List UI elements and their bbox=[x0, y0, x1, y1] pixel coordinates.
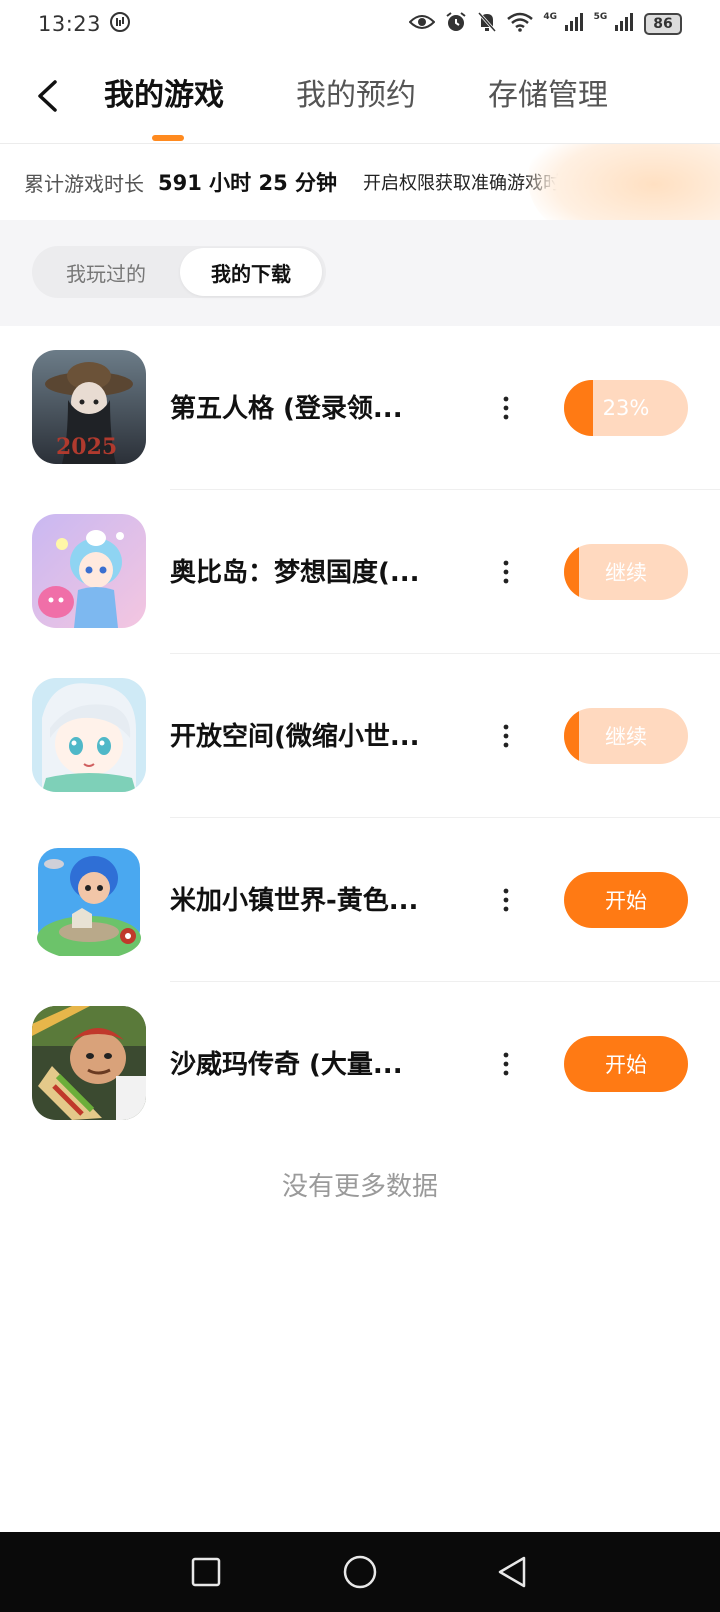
progress-fill bbox=[564, 708, 579, 764]
vertical-dots-icon bbox=[503, 1052, 509, 1076]
tab-storage-management[interactable]: 存储管理 bbox=[488, 70, 608, 114]
no-more-data-text: 没有更多数据 bbox=[281, 1172, 438, 1202]
system-back-button[interactable] bbox=[490, 1550, 534, 1594]
download-progress-button[interactable]: 23% bbox=[564, 380, 688, 436]
alarm-icon bbox=[445, 11, 467, 38]
game-row[interactable]: 沙威玛传奇 (大量... 开始 bbox=[0, 982, 720, 1146]
more-options-button[interactable] bbox=[490, 1042, 522, 1086]
action-label: 23% bbox=[602, 396, 650, 420]
game-icon-obi-island[interactable] bbox=[32, 514, 146, 628]
more-options-button[interactable] bbox=[490, 878, 522, 922]
vertical-dots-icon bbox=[503, 396, 509, 420]
status-bar: 13:23 4G 5G 86 bbox=[0, 0, 720, 48]
game-name[interactable]: 沙威玛传奇 (大量... bbox=[170, 1044, 460, 1081]
filter-played-button[interactable]: 我玩过的 bbox=[32, 246, 180, 298]
action-label: 开始 bbox=[605, 889, 647, 913]
more-options-button[interactable] bbox=[490, 386, 522, 430]
playtime-summary: 累计游戏时长 591 小时 25 分钟 开启权限获取准确游戏时长记录 bbox=[0, 144, 720, 220]
signal-5g-icon: 5G bbox=[594, 12, 634, 36]
home-button[interactable] bbox=[338, 1550, 382, 1594]
wifi-icon bbox=[507, 12, 534, 37]
eye-icon bbox=[408, 12, 436, 36]
continue-download-button[interactable]: 继续 bbox=[564, 544, 688, 600]
circle-icon bbox=[343, 1555, 377, 1589]
game-icon-identity-v[interactable]: 2025 bbox=[32, 350, 146, 464]
game-icon-miga-town[interactable] bbox=[32, 842, 146, 956]
game-name[interactable]: 米加小镇世界-黄色... bbox=[170, 880, 460, 917]
vertical-dots-icon bbox=[503, 560, 509, 584]
playtime-value: 591 小时 25 分钟 bbox=[158, 171, 337, 195]
status-time: 13:23 bbox=[38, 12, 102, 36]
mute-bell-icon bbox=[477, 11, 497, 38]
progress-fill bbox=[564, 544, 579, 600]
game-icon-shawarma-legend[interactable] bbox=[32, 1006, 146, 1120]
game-row[interactable]: 米加小镇世界-黄色... 开始 bbox=[0, 818, 720, 982]
triangle-back-icon bbox=[498, 1556, 526, 1588]
data-saver-icon bbox=[109, 11, 131, 38]
system-navigation-bar bbox=[0, 1532, 720, 1612]
filter-downloads-button[interactable]: 我的下载 bbox=[180, 248, 322, 296]
back-arrow-icon bbox=[38, 80, 57, 112]
vertical-dots-icon bbox=[503, 724, 509, 748]
action-label: 开始 bbox=[605, 1053, 647, 1077]
more-options-button[interactable] bbox=[490, 714, 522, 758]
game-icon-open-space[interactable] bbox=[32, 678, 146, 792]
filter-section: 我玩过的 我的下载 bbox=[0, 220, 720, 326]
action-label: 继续 bbox=[605, 725, 647, 749]
chevron-right-icon[interactable] bbox=[625, 170, 637, 194]
start-game-button[interactable]: 开始 bbox=[564, 872, 688, 928]
playtime-label: 累计游戏时长 bbox=[24, 171, 144, 196]
svg-text:2025: 2025 bbox=[56, 434, 117, 460]
action-label: 继续 bbox=[605, 561, 647, 585]
game-name[interactable]: 开放空间(微缩小世... bbox=[170, 716, 460, 753]
battery-indicator: 86 bbox=[644, 13, 682, 35]
game-row[interactable]: 2025 第五人格 (登录领... 23% bbox=[0, 326, 720, 490]
continue-download-button[interactable]: 继续 bbox=[564, 708, 688, 764]
tab-my-games[interactable]: 我的游戏 bbox=[104, 70, 224, 114]
square-icon bbox=[191, 1557, 221, 1587]
game-row[interactable]: 开放空间(微缩小世... 继续 bbox=[0, 654, 720, 818]
recent-apps-button[interactable] bbox=[184, 1550, 228, 1594]
game-name[interactable]: 第五人格 (登录领... bbox=[170, 388, 460, 425]
permission-link[interactable]: 开启权限获取准确游戏时长记录 bbox=[363, 169, 615, 195]
progress-fill bbox=[564, 380, 593, 436]
game-name[interactable]: 奥比岛：梦想国度(... bbox=[170, 552, 460, 589]
start-game-button[interactable]: 开始 bbox=[564, 1036, 688, 1092]
more-options-button[interactable] bbox=[490, 550, 522, 594]
vertical-dots-icon bbox=[503, 888, 509, 912]
tab-my-reservations[interactable]: 我的预约 bbox=[296, 70, 416, 114]
segmented-control: 我玩过的 我的下载 bbox=[32, 246, 326, 298]
back-button[interactable] bbox=[22, 71, 72, 121]
game-row[interactable]: 奥比岛：梦想国度(... 继续 bbox=[0, 490, 720, 654]
top-navigation: 我的游戏 我的预约 存储管理 bbox=[0, 48, 720, 144]
signal-4g-icon: 4G bbox=[543, 12, 583, 36]
active-tab-indicator bbox=[152, 135, 184, 141]
